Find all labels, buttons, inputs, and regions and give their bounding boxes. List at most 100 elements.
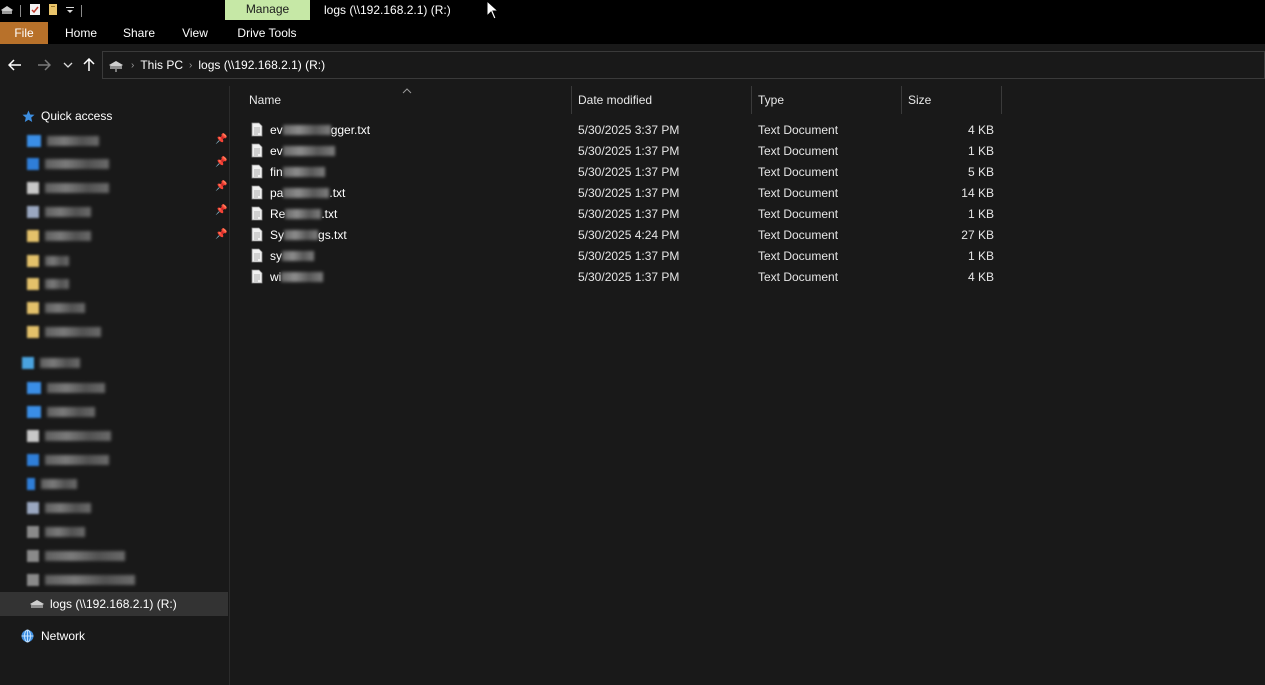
file-name-visible-prefix: fin <box>270 164 283 179</box>
column-header-type[interactable]: Type <box>752 86 902 114</box>
file-row[interactable]: Re .txt 5/30/2025 1:37 PM Text Document 1 KB <box>249 203 999 224</box>
file-row[interactable]: ev gger.txt 5/30/2025 3:37 PM Text Document… <box>249 119 999 140</box>
pin-icon[interactable]: 📌 <box>215 181 227 192</box>
sidebar-item-logs-drive[interactable]: logs (\\192.168.2.1) (R:) <box>0 592 228 616</box>
redacted-label <box>45 431 111 441</box>
column-header-size[interactable]: Size <box>902 86 1002 114</box>
pin-icon[interactable]: 📌 <box>215 157 227 168</box>
redacted-segment <box>285 209 322 220</box>
file-name[interactable]: sy <box>270 249 314 263</box>
redacted-label <box>45 503 91 513</box>
window-title: logs (\\192.168.2.1) (R:) <box>324 3 451 17</box>
tab-file[interactable]: File <box>0 22 48 44</box>
toolbar-divider <box>20 5 21 17</box>
column-header-name[interactable]: Name <box>243 86 572 114</box>
sidebar-item-redacted[interactable] <box>27 205 91 219</box>
music-icon <box>27 478 35 490</box>
sidebar-item-redacted[interactable] <box>27 301 85 315</box>
file-name[interactable]: Re .txt <box>270 207 337 221</box>
sidebar-item-redacted[interactable] <box>27 254 69 268</box>
file-type: Text Document <box>758 185 839 200</box>
file-date-modified: 5/30/2025 1:37 PM <box>578 143 680 158</box>
sidebar-item-redacted[interactable] <box>27 229 91 243</box>
text-document-icon <box>251 227 263 245</box>
file-name[interactable]: wi <box>270 269 324 284</box>
sidebar-item-redacted[interactable] <box>27 525 85 539</box>
file-name[interactable]: fin <box>270 165 325 179</box>
pin-icon[interactable]: 📌 <box>215 134 227 145</box>
file-name[interactable]: ev gger.txt <box>270 123 370 137</box>
redacted-label <box>45 327 101 337</box>
file-row[interactable]: fin 5/30/2025 1:37 PM Text Document 5 KB <box>249 161 999 182</box>
pin-icon[interactable]: 📌 <box>215 229 227 240</box>
sidebar-item-redacted[interactable] <box>27 381 105 395</box>
recent-locations-chevron-icon[interactable] <box>59 56 77 74</box>
sidebar-item-quick-access[interactable]: Quick access <box>0 104 228 128</box>
file-size: 4 KB <box>967 269 994 284</box>
sidebar-item-label: Network <box>41 629 86 643</box>
file-size: 4 KB <box>967 122 994 137</box>
folder-icon <box>27 135 41 147</box>
tab-share[interactable]: Share <box>116 22 162 44</box>
file-type: Text Document <box>758 269 839 284</box>
sidebar-item-redacted[interactable] <box>27 501 91 515</box>
sidebar-item-label: logs (\\192.168.2.1) (R:) <box>50 597 177 611</box>
sidebar-item-label: Quick access <box>41 109 113 123</box>
customize-toolbar-icon[interactable] <box>65 4 75 18</box>
file-size: 1 KB <box>967 248 994 263</box>
file-type: Text Document <box>758 143 839 158</box>
redacted-label <box>45 256 69 266</box>
tab-drive-tools[interactable]: Drive Tools <box>232 22 302 44</box>
file-row[interactable]: Sy gs.txt 5/30/2025 4:24 PM Text Document 27… <box>249 224 999 245</box>
file-row[interactable]: wi 5/30/2025 1:37 PM Text Document 4 KB <box>249 266 999 287</box>
sidebar-item-redacted[interactable] <box>27 157 109 171</box>
sidebar-item-redacted[interactable] <box>27 405 95 419</box>
pin-icon[interactable]: 📌 <box>215 205 227 216</box>
file-date-modified: 5/30/2025 1:37 PM <box>578 206 680 221</box>
file-name[interactable]: Sy gs.txt <box>270 228 347 242</box>
address-bar[interactable]: › This PC › logs (\\192.168.2.1) (R:) <box>102 51 1265 79</box>
navigation-pane: Quick access 📌 📌 📌 📌 📌 logs (\\192.168.2… <box>0 86 230 685</box>
file-name-visible-prefix: wi <box>270 269 282 284</box>
file-row[interactable]: ev 5/30/2025 1:37 PM Text Document 1 KB <box>249 140 999 161</box>
drive-icon[interactable] <box>0 4 14 19</box>
file-name[interactable]: ev <box>270 144 335 158</box>
file-name-visible-prefix: ev <box>270 122 283 137</box>
sidebar-item-redacted[interactable] <box>27 573 135 587</box>
sidebar-item-redacted[interactable] <box>27 549 125 563</box>
sidebar-item-redacted[interactable] <box>27 277 69 291</box>
breadcrumb-logs-drive[interactable]: logs (\\192.168.2.1) (R:) <box>194 58 329 72</box>
properties-icon[interactable] <box>29 3 41 19</box>
network-drive-icon <box>28 597 46 611</box>
back-arrow-icon[interactable] <box>6 56 24 74</box>
sidebar-item-redacted[interactable] <box>27 325 101 339</box>
file-row[interactable]: pa .txt 5/30/2025 1:37 PM Text Document 14 K… <box>249 182 999 203</box>
folder-icon <box>27 206 39 218</box>
file-name[interactable]: pa .txt <box>270 186 345 200</box>
toolbar-divider <box>81 5 82 17</box>
up-arrow-icon[interactable] <box>80 56 98 74</box>
redacted-label <box>45 279 69 289</box>
file-name-visible-prefix: sy <box>270 248 282 263</box>
sidebar-item-redacted[interactable] <box>27 477 77 491</box>
sidebar-item-redacted[interactable] <box>27 429 111 443</box>
redacted-segment <box>282 167 325 178</box>
sidebar-item-redacted[interactable] <box>27 453 109 467</box>
tab-home[interactable]: Home <box>56 22 106 44</box>
sidebar-item-network[interactable]: Network <box>0 624 228 648</box>
redacted-segment <box>281 272 324 283</box>
forward-arrow-icon[interactable] <box>35 56 53 74</box>
file-date-modified: 5/30/2025 1:37 PM <box>578 248 680 263</box>
tab-view[interactable]: View <box>174 22 216 44</box>
sidebar-item-redacted[interactable] <box>22 356 80 370</box>
sidebar-item-redacted[interactable] <box>27 181 109 195</box>
breadcrumb-this-pc[interactable]: This PC <box>136 58 187 72</box>
redacted-label <box>40 358 80 368</box>
file-row[interactable]: sy 5/30/2025 1:37 PM Text Document 1 KB <box>249 245 999 266</box>
new-folder-icon[interactable] <box>47 3 59 19</box>
file-date-modified: 5/30/2025 1:37 PM <box>578 269 680 284</box>
sidebar-item-redacted[interactable] <box>27 134 99 148</box>
column-header-date-modified[interactable]: Date modified <box>572 86 752 114</box>
redacted-segment <box>282 125 331 136</box>
tab-manage[interactable]: Manage <box>225 0 310 20</box>
